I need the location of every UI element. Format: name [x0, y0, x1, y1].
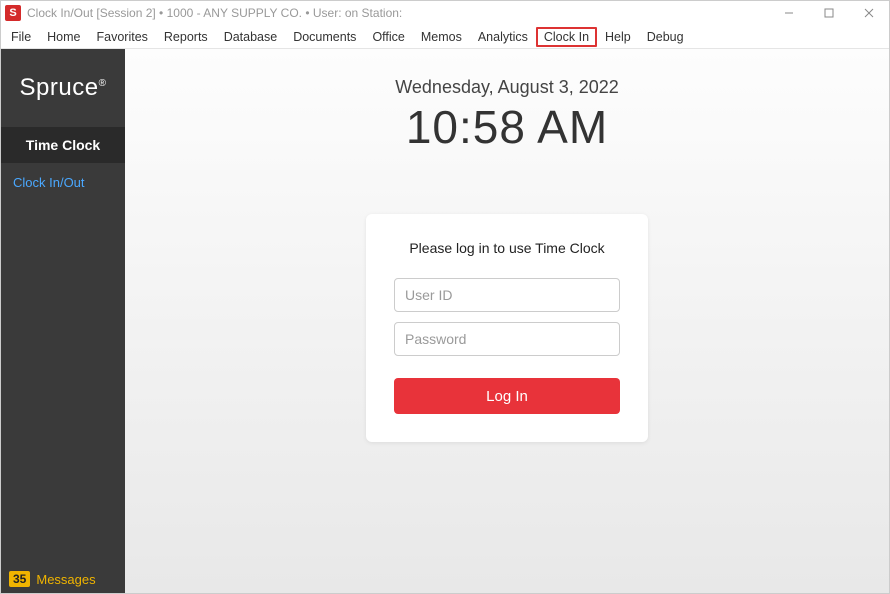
maximize-button[interactable] [809, 1, 849, 25]
minimize-button[interactable] [769, 1, 809, 25]
current-date: Wednesday, August 3, 2022 [395, 77, 619, 98]
menu-item-file[interactable]: File [3, 27, 39, 47]
logo-text: Spruce [20, 74, 99, 101]
menu-item-favorites[interactable]: Favorites [89, 27, 156, 47]
sidebar: Spruce® Time Clock Clock In/Out 35 Messa… [1, 49, 125, 593]
menu-item-office[interactable]: Office [364, 27, 412, 47]
sidebar-link-clock-in-out[interactable]: Clock In/Out [1, 163, 125, 200]
sidebar-section-title: Time Clock [1, 127, 125, 163]
current-time: 10:58 AM [406, 100, 608, 154]
menu-item-analytics[interactable]: Analytics [470, 27, 536, 47]
messages-bar[interactable]: 35 Messages [1, 565, 125, 593]
menu-item-clock-in[interactable]: Clock In [536, 27, 597, 47]
menu-item-debug[interactable]: Debug [639, 27, 692, 47]
menu-item-home[interactable]: Home [39, 27, 88, 47]
menu-item-reports[interactable]: Reports [156, 27, 216, 47]
app-window: S Clock In/Out [Session 2] • 1000 - ANY … [0, 0, 890, 594]
menu-item-help[interactable]: Help [597, 27, 639, 47]
login-prompt: Please log in to use Time Clock [409, 240, 604, 256]
close-button[interactable] [849, 1, 889, 25]
menu-item-database[interactable]: Database [216, 27, 286, 47]
login-button[interactable]: Log In [394, 378, 620, 414]
window-title: Clock In/Out [Session 2] • 1000 - ANY SU… [27, 6, 402, 20]
messages-count-badge: 35 [9, 571, 30, 587]
password-input[interactable] [394, 322, 620, 356]
logo: Spruce® [1, 49, 125, 127]
menu-item-documents[interactable]: Documents [285, 27, 364, 47]
messages-label: Messages [36, 572, 95, 587]
app-icon: S [5, 5, 21, 21]
user-id-input[interactable] [394, 278, 620, 312]
title-bar: S Clock In/Out [Session 2] • 1000 - ANY … [1, 1, 889, 25]
main-content: Wednesday, August 3, 2022 10:58 AM Pleas… [125, 49, 889, 593]
menu-bar: FileHomeFavoritesReportsDatabaseDocument… [1, 25, 889, 49]
menu-item-memos[interactable]: Memos [413, 27, 470, 47]
login-card: Please log in to use Time Clock Log In [366, 214, 648, 442]
